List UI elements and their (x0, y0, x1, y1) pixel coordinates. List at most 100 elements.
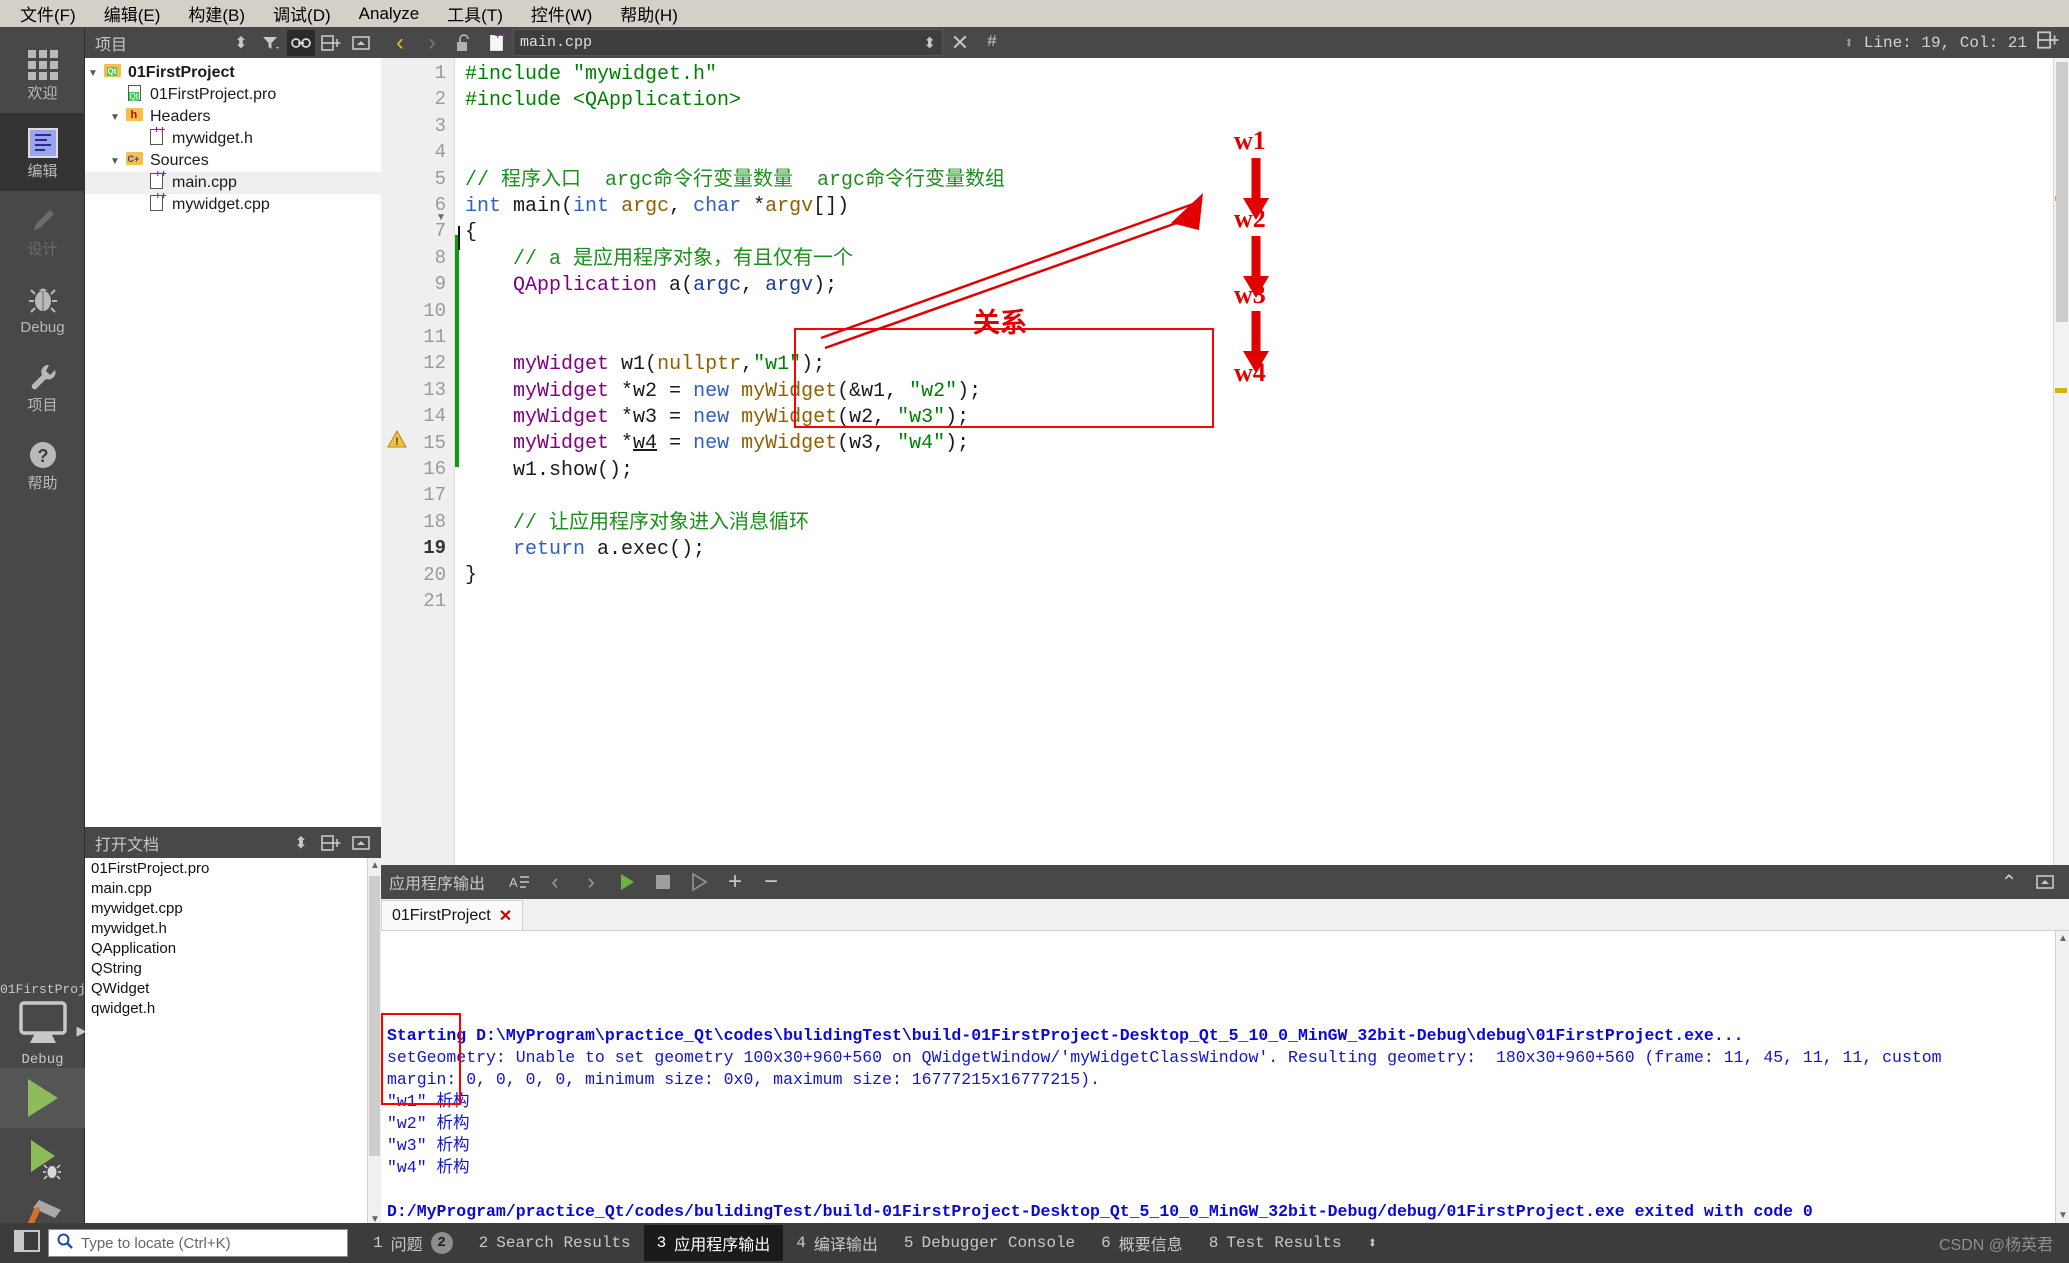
menu-item-debug[interactable]: 调试(D) (259, 0, 345, 28)
mode-projects[interactable]: 项目 (0, 347, 85, 425)
menu-item-window[interactable]: 控件(W) (517, 0, 606, 28)
code-line[interactable] (465, 484, 2069, 510)
statusbar-tab-general-messages[interactable]: 6 概要信息 (1088, 1225, 1196, 1261)
tree-node-main-cpp[interactable]: main.cpp (85, 169, 381, 194)
updown-arrows-icon[interactable]: ⬍ (923, 34, 936, 52)
stop-square-icon[interactable] (647, 868, 679, 896)
code-line[interactable] (465, 300, 2069, 326)
code-text[interactable]: #include "mywidget.h" #include <QApplicat… (465, 58, 2069, 865)
code-line[interactable] (465, 590, 2069, 616)
code-line[interactable]: } (465, 563, 2069, 589)
plus-icon[interactable]: + (719, 868, 751, 896)
chevron-left-icon[interactable]: ‹ (539, 868, 571, 896)
updown-arrows-icon[interactable]: ⬍ (1844, 33, 1854, 53)
statusbar-tab-search-results[interactable]: 2 Search Results (466, 1228, 644, 1258)
statusbar-tab-compile-output[interactable]: 4 编译输出 (783, 1225, 891, 1261)
editor-scrollbar[interactable] (2053, 58, 2069, 865)
code-line[interactable]: // 程序入口 argc命令行变量数量 argc命令行变量数组 (465, 168, 2069, 194)
output-scrollbar[interactable]: ▲ ▼ (2055, 931, 2069, 1223)
unlocked-padlock-icon[interactable] (449, 29, 479, 56)
mode-design[interactable]: 设计 (0, 191, 85, 269)
list-item[interactable]: mywidget.h (85, 920, 381, 940)
text-filter-icon[interactable]: A (503, 868, 535, 896)
play-triangle-icon[interactable] (611, 868, 643, 896)
debug-button[interactable] (0, 1128, 85, 1188)
chevron-down-icon[interactable]: ▼ (85, 68, 101, 79)
split-icon[interactable] (317, 830, 345, 856)
link-icon[interactable] (287, 29, 315, 56)
menu-item-help[interactable]: 帮助(H) (606, 0, 692, 28)
list-item[interactable]: mywidget.cpp (85, 900, 381, 920)
tree-node-headers[interactable]: ▼ Headers (85, 106, 381, 128)
code-line[interactable]: myWidget *w4 = new myWidget(w3, "w4"); (465, 431, 2069, 457)
chevron-up-icon[interactable]: ⌃ (1993, 868, 2025, 896)
statusbar-tab-debugger-console[interactable]: 5 Debugger Console (891, 1228, 1088, 1258)
scrollbar-thumb[interactable] (369, 876, 380, 1156)
code-line[interactable]: // a 是应用程序对象，有且仅有一个 (465, 247, 2069, 273)
updown-arrows-icon[interactable]: ⬍ (287, 830, 315, 856)
locator-input[interactable]: Type to locate (Ctrl+K) (48, 1229, 348, 1257)
mode-welcome[interactable]: 欢迎 (0, 35, 85, 113)
list-item[interactable]: 01FirstProject.pro (85, 860, 381, 880)
chevron-down-icon[interactable]: ▼ (107, 112, 123, 123)
line-col-indicator[interactable]: Line: 19, Col: 21 (1864, 34, 2027, 52)
chevron-up-icon[interactable]: ▲ (370, 860, 380, 871)
close-x-icon[interactable]: ✕ (499, 906, 512, 926)
sidebar-toggle-icon[interactable] (14, 1229, 40, 1257)
tree-node-sources[interactable]: ▼ Sources (85, 150, 381, 172)
code-line[interactable]: #include "mywidget.h" (465, 62, 2069, 88)
minimize-icon[interactable] (2029, 868, 2061, 896)
kit-selector[interactable]: 01FirstProject ▶ Debug (0, 982, 109, 1068)
open-file-combobox[interactable]: main.cpp ⬍ (513, 29, 943, 56)
chevron-down-icon[interactable]: ▼ (107, 156, 123, 167)
code-line[interactable]: myWidget *w2 = new myWidget(&w1, "w2"); (465, 379, 2069, 405)
code-area[interactable]: 1 2 3 4 5 6 7 8 9 10 11 12 13 14 15 16 17 18 19 20 21 ▼ ! #i… (381, 58, 2069, 865)
split-icon[interactable] (2037, 31, 2059, 54)
output-text[interactable]: Starting D:\MyProgram\practice_Qt\codes\… (381, 931, 2069, 1223)
chevron-right-icon[interactable]: › (575, 868, 607, 896)
code-line[interactable]: int main(int argc, char *argv[]) (465, 194, 2069, 220)
play-outline-icon[interactable] (683, 868, 715, 896)
code-line[interactable]: return a.exec(); (465, 537, 2069, 563)
symbol-selector[interactable]: # (977, 29, 1007, 56)
code-line[interactable]: { (465, 220, 2069, 246)
menu-item-edit[interactable]: 编辑(E) (90, 0, 175, 28)
scrollbar-thumb[interactable] (2056, 62, 2068, 322)
code-line[interactable] (465, 115, 2069, 141)
minus-icon[interactable]: − (755, 868, 787, 896)
code-line[interactable]: myWidget w1(nullptr,"w1"); (465, 352, 2069, 378)
chevron-down-icon[interactable]: ▼ (2058, 1210, 2068, 1221)
project-tree[interactable]: ▼ 01FirstProject 01FirstProject.pro ▼ He… (85, 58, 381, 216)
minimize-icon[interactable] (347, 30, 375, 56)
mode-debug[interactable]: Debug (0, 269, 85, 347)
code-line[interactable]: myWidget *w3 = new myWidget(w2, "w3"); (465, 405, 2069, 431)
menu-item-build[interactable]: 构建(B) (174, 0, 259, 28)
chevron-up-icon[interactable]: ▲ (2058, 933, 2068, 944)
code-line[interactable]: w1.show(); (465, 458, 2069, 484)
code-line[interactable] (465, 326, 2069, 352)
menu-item-analyze[interactable]: Analyze (345, 2, 433, 26)
tree-node-project[interactable]: ▼ 01FirstProject (85, 62, 381, 84)
code-line[interactable] (465, 141, 2069, 167)
chevron-right-icon[interactable]: › (417, 29, 447, 56)
updown-arrows-icon[interactable]: ⬍ (227, 30, 255, 56)
fold-marker-icon[interactable]: ▼ (436, 212, 446, 223)
code-line[interactable]: #include <QApplication> (465, 88, 2069, 114)
tree-node-mywidget-cpp[interactable]: mywidget.cpp (85, 191, 381, 216)
mode-help[interactable]: ? 帮助 (0, 425, 85, 503)
tree-node-pro-file[interactable]: 01FirstProject.pro (85, 84, 381, 106)
list-item[interactable]: main.cpp (85, 880, 381, 900)
statusbar-tab-application-output[interactable]: 3 应用程序输出 (643, 1225, 784, 1261)
updown-arrows-icon[interactable]: ⬍ (1355, 1227, 1391, 1259)
close-x-icon[interactable]: ✕ (945, 29, 975, 56)
statusbar-tab-issues[interactable]: 1 问题 2 (360, 1225, 466, 1261)
list-item[interactable]: qwidget.h (85, 1000, 381, 1020)
tree-node-mywidget-h[interactable]: mywidget.h (85, 125, 381, 150)
menu-item-tools[interactable]: 工具(T) (433, 0, 517, 28)
output-tab-01firstproject[interactable]: 01FirstProject ✕ (381, 900, 524, 930)
menu-item-file[interactable]: 文件(F) (6, 0, 90, 28)
split-icon[interactable] (317, 30, 345, 56)
code-line[interactable]: QApplication a(argc, argv); (465, 273, 2069, 299)
mode-edit[interactable]: 编辑 (0, 113, 85, 191)
open-documents-list[interactable]: 01FirstProject.pro main.cpp mywidget.cpp… (85, 858, 381, 1020)
